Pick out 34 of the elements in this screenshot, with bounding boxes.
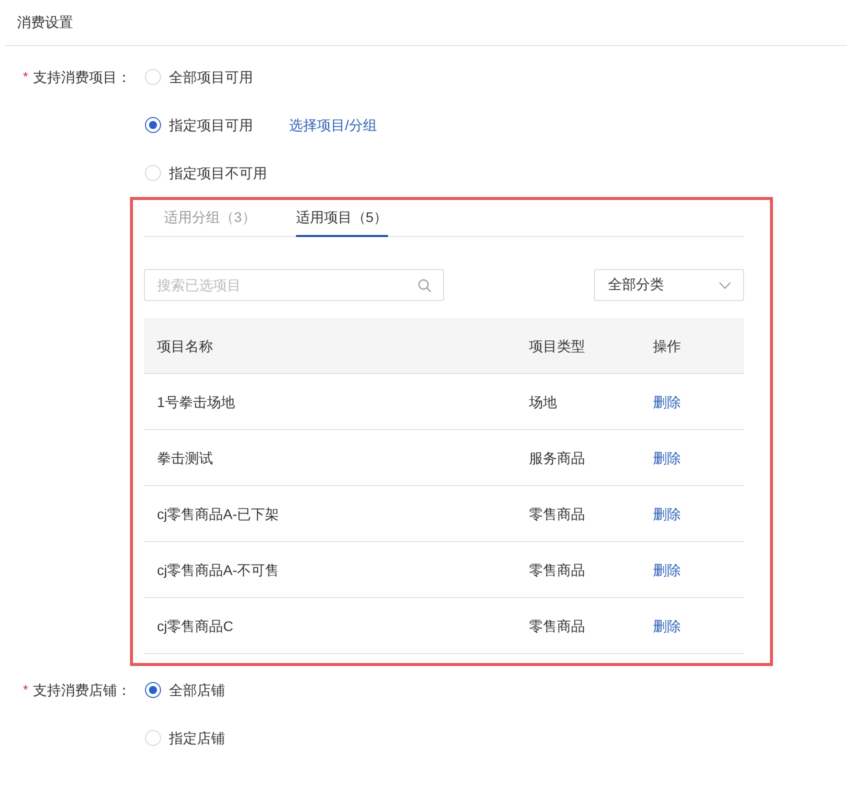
delete-link[interactable]: 删除 bbox=[653, 504, 681, 524]
name-cell-text: cj零售商品A-不可售 bbox=[157, 560, 280, 580]
name-cell-text: cj零售商品C bbox=[157, 616, 234, 636]
delete-link[interactable]: 删除 bbox=[653, 560, 681, 580]
radio-option[interactable]: 指定项目不可用 bbox=[145, 163, 267, 183]
name-cell-text: 拳击测试 bbox=[157, 448, 213, 468]
column-header: 操作 bbox=[652, 336, 682, 356]
search-icon[interactable] bbox=[418, 279, 431, 292]
required-mark: * bbox=[22, 682, 28, 698]
name-cell-text: 1号拳击场地 bbox=[157, 392, 235, 412]
field-label: 支持消费店铺： bbox=[33, 681, 131, 700]
select-items-link[interactable]: 选择项目/分组 bbox=[289, 115, 377, 135]
radio-option[interactable]: 全部店铺 bbox=[145, 680, 225, 700]
type-cell-text: 零售商品 bbox=[529, 560, 585, 580]
radio-option[interactable]: 指定项目可用 bbox=[145, 115, 253, 135]
delete-link[interactable]: 删除 bbox=[653, 448, 681, 468]
type-cell-text: 零售商品 bbox=[529, 504, 585, 524]
name-cell-text: cj零售商品A-已下架 bbox=[157, 504, 280, 524]
radio-option[interactable]: 全部项目可用 bbox=[145, 67, 253, 87]
delete-link[interactable]: 删除 bbox=[653, 392, 681, 412]
chevron-down-icon bbox=[719, 282, 731, 288]
search-field[interactable]: 搜索已选项目 bbox=[144, 269, 444, 301]
type-cell-text: 服务商品 bbox=[529, 448, 585, 468]
delete-link[interactable]: 删除 bbox=[653, 616, 681, 636]
section-title: 消费设置 bbox=[17, 13, 73, 32]
type-cell-text: 场地 bbox=[529, 392, 557, 412]
required-mark: * bbox=[22, 69, 28, 85]
tab[interactable]: 适用项目（5） bbox=[296, 200, 388, 237]
category-select[interactable]: 全部分类 bbox=[594, 269, 744, 301]
column-header: 项目名称 bbox=[156, 336, 214, 356]
field-label: 支持消费项目： bbox=[33, 68, 131, 87]
radio-option[interactable]: 指定店铺 bbox=[145, 728, 225, 748]
type-cell-text: 零售商品 bbox=[529, 616, 585, 636]
column-header: 项目类型 bbox=[528, 336, 586, 356]
